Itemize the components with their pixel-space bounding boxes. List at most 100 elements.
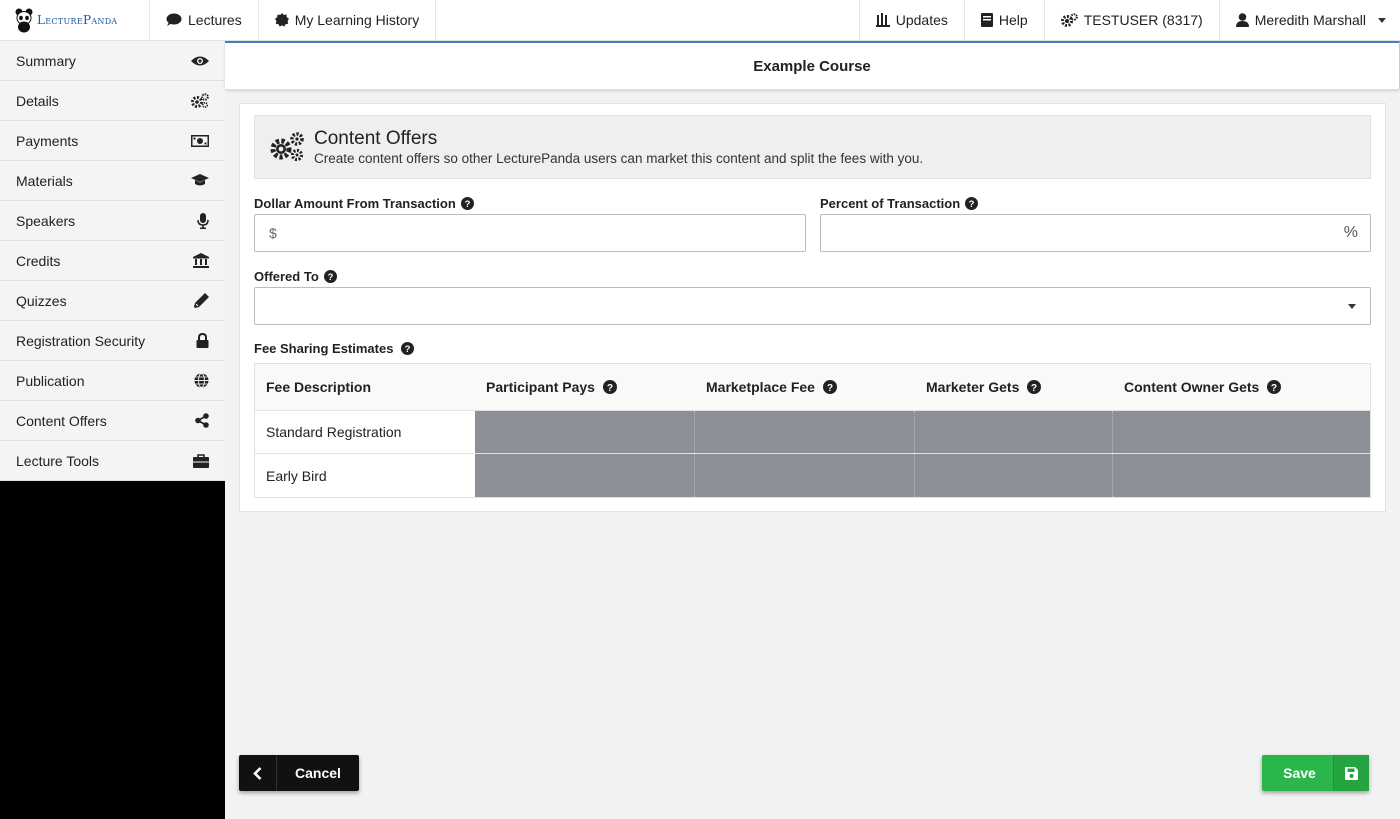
fee-estimates-label-text: Fee Sharing Estimates	[254, 341, 394, 356]
sidebar-item-label: Credits	[16, 252, 61, 269]
placeholder-cell	[1113, 411, 1370, 453]
column-header: Fee Description	[255, 364, 475, 410]
nav-updates-label: Updates	[895, 12, 948, 28]
sidebar-item-publication[interactable]: Publication	[0, 361, 225, 401]
sidebar-item-credits[interactable]: Credits	[0, 241, 225, 281]
nav-learning-history-label: My Learning History	[294, 12, 420, 28]
fee-description-cell: Standard Registration	[266, 424, 402, 440]
pencil-icon	[194, 293, 209, 308]
sidebar-item-label: Speakers	[16, 212, 76, 229]
globe-icon	[194, 373, 209, 388]
fee-description-cell: Early Bird	[266, 467, 327, 484]
sidebar-item-label: Details	[16, 92, 59, 109]
percent-label-text: Percent of Transaction	[820, 196, 961, 211]
lock-icon	[196, 333, 209, 348]
sidebar-item-label: Publication	[16, 372, 85, 389]
sidebar-item-label: Quizzes	[16, 292, 67, 309]
section-title: Content Offers	[314, 128, 438, 149]
svg-text:?: ?	[969, 199, 975, 210]
cancel-button[interactable]: Cancel	[239, 755, 359, 791]
column-header-label: Fee Description	[266, 379, 372, 395]
column-header: Marketplace Fee ?	[695, 364, 915, 410]
fee-sharing-table: Fee Description Participant Pays ? Marke…	[254, 363, 1371, 498]
column-header: Marketer Gets ?	[915, 364, 1113, 410]
svg-text:?: ?	[607, 383, 613, 394]
panda-logo-icon	[15, 8, 33, 33]
sidebar-item-lecture-tools[interactable]: Lecture Tools	[0, 441, 225, 481]
nav-account[interactable]: TESTUSER (8317)	[1045, 0, 1220, 40]
chevron-left-icon	[239, 755, 277, 791]
save-button[interactable]: Save	[1262, 755, 1369, 791]
sidebar-item-label: Registration Security	[16, 332, 146, 349]
question-circle-icon[interactable]: ?	[602, 380, 617, 394]
nav-updates[interactable]: Updates	[860, 0, 965, 40]
dollar-amount-label-text: Dollar Amount From Transaction	[254, 196, 456, 211]
placeholder-cell	[695, 411, 915, 453]
sidebar-item-materials[interactable]: Materials	[0, 161, 225, 201]
share-icon	[195, 413, 209, 428]
page-title: Example Course	[753, 57, 871, 75]
comment-icon	[166, 13, 182, 26]
content-offers-card: Content Offers Create content offers so …	[239, 103, 1386, 512]
question-circle-icon[interactable]: ?	[822, 380, 837, 394]
sidebar-item-registration-security[interactable]: Registration Security	[0, 321, 225, 361]
user-icon	[1235, 13, 1249, 27]
column-header-label: Marketer Gets	[926, 379, 1020, 395]
column-header: Content Owner Gets ?	[1113, 364, 1370, 410]
svg-text:?: ?	[1031, 383, 1037, 394]
column-header-label: Marketplace Fee	[706, 379, 815, 395]
money-icon	[191, 134, 209, 147]
question-circle-icon[interactable]: ?	[1267, 380, 1282, 394]
cancel-button-label: Cancel	[295, 765, 341, 781]
placeholder-cell	[1113, 454, 1370, 497]
sidebar-item-speakers[interactable]: Speakers	[0, 201, 225, 241]
column-header: Participant Pays ?	[475, 364, 695, 410]
updates-icon	[875, 13, 890, 27]
svg-text:?: ?	[827, 383, 833, 394]
sidebar-item-label: Lecture Tools	[16, 452, 100, 469]
brand-logo[interactable]: LecturePanda	[0, 0, 150, 40]
save-button-label: Save	[1283, 765, 1316, 781]
offered-to-label-text: Offered To	[254, 269, 319, 284]
table-row: Standard Registration	[255, 411, 1370, 454]
question-circle-icon[interactable]: ?	[965, 197, 979, 210]
question-circle-icon[interactable]: ?	[1027, 380, 1042, 394]
book-icon	[980, 13, 993, 27]
sidebar-item-label: Materials	[16, 172, 73, 189]
sidebar-item-summary[interactable]: Summary	[0, 41, 225, 81]
nav-learning-history[interactable]: My Learning History	[259, 0, 437, 40]
svg-text:?: ?	[327, 272, 333, 283]
question-circle-icon[interactable]: ?	[401, 342, 415, 355]
question-circle-icon[interactable]: ?	[460, 197, 474, 210]
column-header-label: Participant Pays	[486, 379, 595, 395]
fee-estimates-label: Fee Sharing Estimates ?	[254, 341, 415, 356]
nav-lectures[interactable]: Lectures	[150, 0, 259, 40]
nav-help[interactable]: Help	[965, 0, 1045, 40]
sidebar-item-content-offers[interactable]: Content Offers	[0, 401, 225, 441]
course-title-bar: Example Course	[225, 41, 1400, 89]
nav-help-label: Help	[998, 12, 1028, 28]
sidebar-item-details[interactable]: Details	[0, 81, 225, 121]
svg-text:?: ?	[405, 344, 411, 355]
gears-icon	[270, 132, 304, 162]
dollar-prefix: $	[269, 225, 277, 241]
percent-label: Percent of Transaction ?	[820, 196, 979, 211]
certificate-icon	[274, 13, 289, 27]
question-circle-icon[interactable]: ?	[323, 270, 337, 283]
percent-field[interactable]: %	[820, 214, 1371, 252]
sidebar-item-payments[interactable]: Payments	[0, 121, 225, 161]
nav-user-menu[interactable]: Meredith Marshall	[1220, 0, 1400, 40]
offered-to-select[interactable]	[254, 287, 1371, 325]
dollar-amount-field[interactable]: $	[254, 214, 806, 252]
graduation-cap-icon	[191, 174, 209, 186]
nav-account-label: TESTUSER (8317)	[1083, 12, 1203, 28]
placeholder-cell	[915, 454, 1113, 497]
university-icon	[193, 253, 209, 268]
section-subtitle: Create content offers so other LecturePa…	[314, 151, 924, 166]
eye-icon	[191, 56, 209, 65]
chevron-down-icon	[1348, 304, 1356, 309]
nav-lectures-label: Lectures	[188, 12, 242, 28]
floppy-disk-icon	[1333, 755, 1369, 791]
sidebar-item-quizzes[interactable]: Quizzes	[0, 281, 225, 321]
table-header-row: Fee Description Participant Pays ? Marke…	[255, 364, 1370, 411]
